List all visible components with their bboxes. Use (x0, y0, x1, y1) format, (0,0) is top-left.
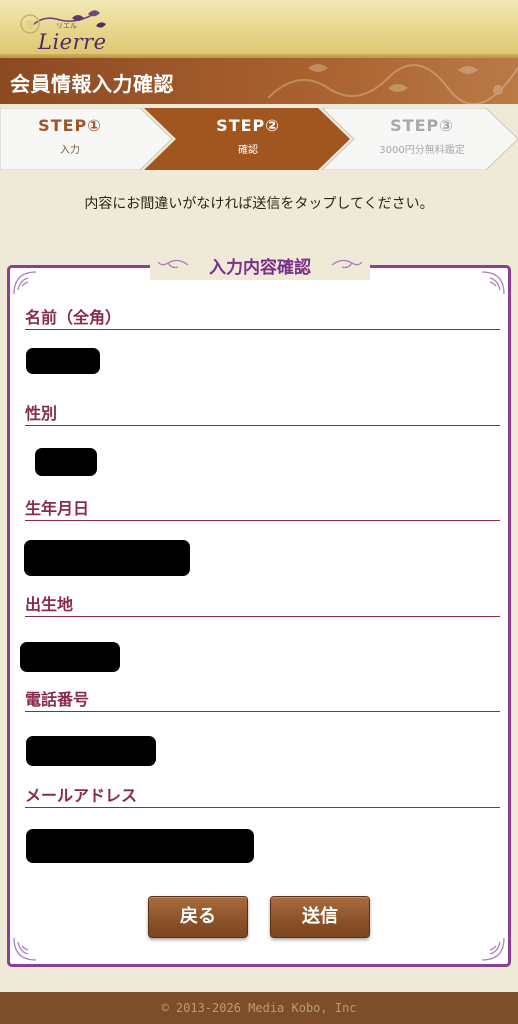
copyright-text: © 2013-2026 Media Kobo, Inc (161, 1001, 357, 1015)
step-3-number: STEP③ (390, 116, 454, 135)
redacted-birthdate-value (24, 540, 190, 576)
field-phone: 電話番号 (25, 686, 500, 712)
step-2: STEP② 確認 (158, 108, 338, 170)
corner-ornament-icon (13, 271, 37, 295)
site-footer: © 2013-2026 Media Kobo, Inc (0, 992, 518, 1024)
corner-ornament-icon (13, 937, 37, 961)
back-button[interactable]: 戻る (148, 896, 248, 938)
field-birthplace-label: 出生地 (25, 591, 500, 617)
field-birthdate: 生年月日 (25, 495, 500, 521)
field-email-label: メールアドレス (25, 782, 500, 808)
title-bar: 会員情報入力確認 (0, 58, 518, 104)
logo-text: Lierre (38, 30, 107, 54)
redacted-name-value (26, 348, 100, 374)
instruction-text: 内容にお間違いがなければ送信をタップしてください。 (84, 196, 434, 212)
corner-ornament-icon (481, 937, 505, 961)
step-1: STEP① 入力 (0, 108, 140, 170)
field-name: 名前（全角） (25, 304, 500, 330)
step-3-label: 3000円分無料鑑定 (379, 145, 465, 156)
redacted-phone-value (26, 736, 156, 766)
confirm-panel: 名前（全角） 性別 生年月日 出生地 電話番号 メールアドレス (7, 265, 511, 967)
floral-pattern-icon (268, 64, 518, 104)
site-logo[interactable]: リエル Lierre (10, 6, 120, 54)
field-gender-label: 性別 (25, 400, 500, 426)
site-header: リエル Lierre (0, 0, 518, 58)
page-title: 会員情報入力確認 (10, 72, 174, 96)
step-1-number: STEP① (38, 116, 102, 135)
step-3: STEP③ 3000円分無料鑑定 (338, 108, 506, 170)
redacted-birthplace-value (20, 642, 120, 672)
corner-ornament-icon (481, 271, 505, 295)
field-name-label: 名前（全角） (25, 304, 500, 330)
step-2-number: STEP② (216, 116, 280, 135)
field-phone-label: 電話番号 (25, 686, 500, 712)
send-button[interactable]: 送信 (270, 896, 370, 938)
redacted-email-value (26, 829, 254, 863)
step-1-label: 入力 (60, 145, 80, 156)
step-2-label: 確認 (238, 145, 258, 156)
field-gender: 性別 (25, 400, 500, 426)
swirl-ornament-icon (331, 259, 363, 269)
field-birthdate-label: 生年月日 (25, 495, 500, 521)
field-birthplace: 出生地 (25, 591, 500, 617)
field-email: メールアドレス (25, 782, 500, 808)
step-progress: STEP① 入力 STEP② 確認 STEP③ 3000円分無料鑑定 (0, 108, 518, 170)
redacted-gender-value (35, 448, 97, 476)
panel-heading-area: 入力内容確認 (150, 250, 370, 280)
